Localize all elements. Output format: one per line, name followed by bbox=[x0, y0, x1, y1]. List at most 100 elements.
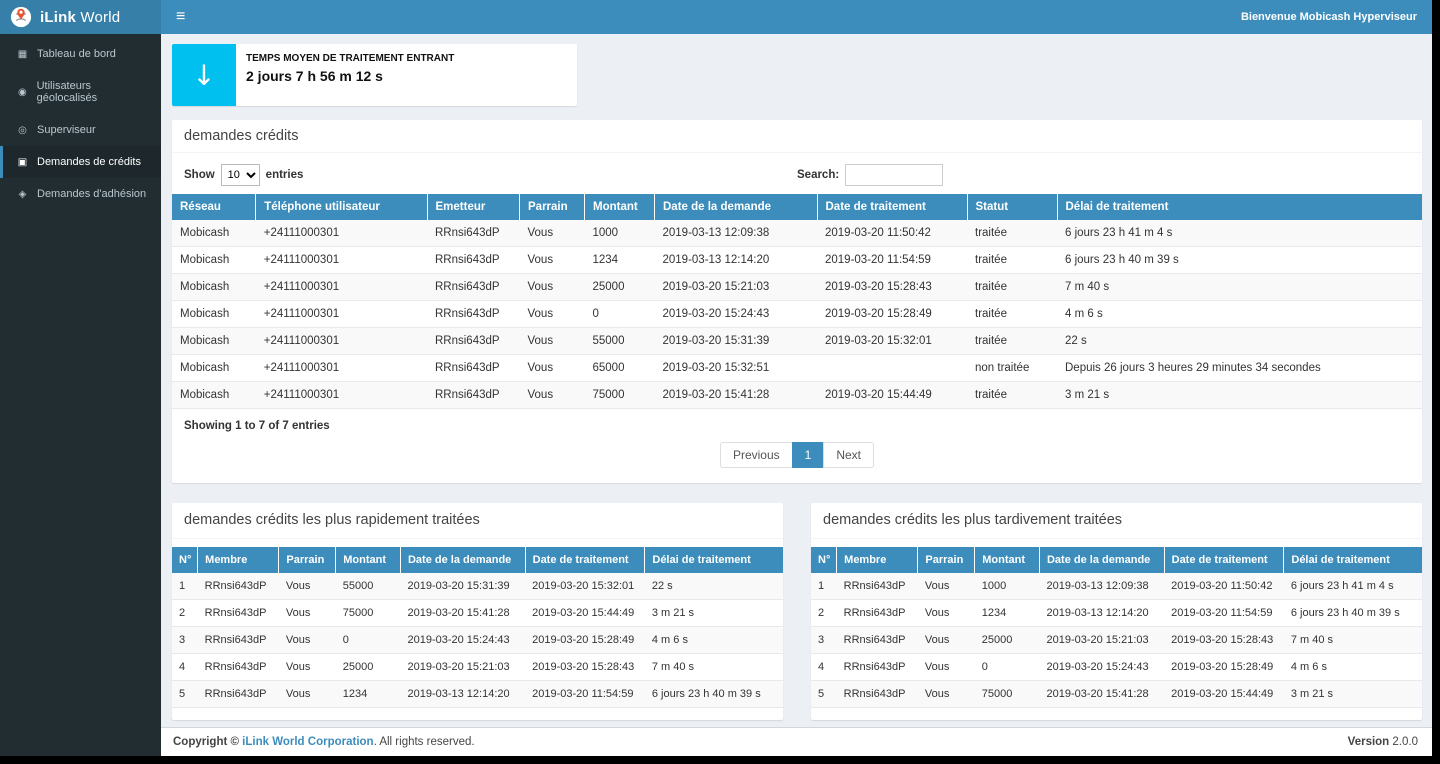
table-cell: 1000 bbox=[585, 220, 655, 247]
sidebar-item-membership-requests[interactable]: ◈ Demandes d'adhésion bbox=[0, 178, 161, 210]
table-cell: 2019-03-13 12:14:20 bbox=[400, 681, 525, 708]
sidebar-toggle-icon[interactable]: ≡ bbox=[161, 0, 200, 34]
table-cell: 2019-03-20 11:54:59 bbox=[1164, 600, 1284, 627]
page-length-select[interactable]: 10 bbox=[221, 164, 260, 186]
table-cell: Mobicash bbox=[172, 247, 256, 274]
column-header: N° bbox=[811, 547, 837, 573]
panel-title: demandes crédits les plus tardivement tr… bbox=[811, 503, 1422, 539]
brand[interactable]: iLink World bbox=[0, 0, 161, 34]
table-cell: RRnsi643dP bbox=[198, 654, 279, 681]
down-arrow-icon: ↓ bbox=[172, 44, 236, 106]
supervisor-icon: ◎ bbox=[16, 125, 29, 136]
table-cell: 2019-03-20 11:54:59 bbox=[525, 681, 645, 708]
table-row: 3RRnsi643dPVous02019-03-20 15:24:432019-… bbox=[172, 627, 783, 654]
table-cell: 2019-03-20 15:21:03 bbox=[400, 654, 525, 681]
table-cell: RRnsi643dP bbox=[198, 681, 279, 708]
table-cell: 2019-03-20 15:28:43 bbox=[525, 654, 645, 681]
table-cell: RRnsi643dP bbox=[427, 301, 520, 328]
column-header[interactable]: Parrain bbox=[520, 194, 585, 220]
table-cell: 2019-03-13 12:09:38 bbox=[655, 220, 818, 247]
table-cell: 22 s bbox=[1057, 328, 1422, 355]
table-cell: 2019-03-20 15:28:49 bbox=[817, 301, 967, 328]
sidebar: ▦ Tableau de bord ◉ Utilisateurs géoloca… bbox=[0, 34, 161, 756]
column-header: Date de la demande bbox=[400, 547, 525, 573]
table-cell: traitée bbox=[967, 247, 1057, 274]
table-cell: Depuis 26 jours 3 heures 29 minutes 34 s… bbox=[1057, 355, 1422, 382]
table-cell: 1 bbox=[811, 573, 837, 600]
table-row: Mobicash+24111000301RRnsi643dPVous02019-… bbox=[172, 301, 1422, 328]
table-row: 2RRnsi643dPVous750002019-03-20 15:41:282… bbox=[172, 600, 783, 627]
column-header: Montant bbox=[336, 547, 401, 573]
pagination-next-button[interactable]: Next bbox=[823, 442, 874, 468]
table-cell: Mobicash bbox=[172, 274, 256, 301]
column-header: Délai de traitement bbox=[645, 547, 783, 573]
table-cell: RRnsi643dP bbox=[198, 627, 279, 654]
column-header: Parrain bbox=[918, 547, 975, 573]
table-cell: RRnsi643dP bbox=[427, 355, 520, 382]
company-link[interactable]: iLink World Corporation bbox=[242, 736, 373, 748]
column-header[interactable]: Délai de traitement bbox=[1057, 194, 1422, 220]
avg-processing-time-infobox: ↓ TEMPS MOYEN DE TRAITEMENT ENTRANT 2 jo… bbox=[172, 44, 577, 106]
sidebar-item-dashboard[interactable]: ▦ Tableau de bord bbox=[0, 38, 161, 70]
column-header[interactable]: Emetteur bbox=[427, 194, 520, 220]
search-input[interactable] bbox=[845, 164, 943, 186]
column-header[interactable]: Statut bbox=[967, 194, 1057, 220]
table-cell: 75000 bbox=[585, 382, 655, 409]
table-cell: Vous bbox=[918, 654, 975, 681]
column-header: Montant bbox=[975, 547, 1040, 573]
sidebar-item-geolocated-users[interactable]: ◉ Utilisateurs géolocalisés bbox=[0, 70, 161, 114]
column-header[interactable]: Réseau bbox=[172, 194, 256, 220]
column-header[interactable]: Téléphone utilisateur bbox=[256, 194, 427, 220]
table-row: 1RRnsi643dPVous10002019-03-13 12:09:3820… bbox=[811, 573, 1422, 600]
slowest-processed-panel: demandes crédits les plus tardivement tr… bbox=[811, 503, 1422, 720]
table-cell: traitée bbox=[967, 220, 1057, 247]
table-cell: traitée bbox=[967, 274, 1057, 301]
column-header[interactable]: Date de traitement bbox=[817, 194, 967, 220]
table-row: Mobicash+24111000301RRnsi643dPVous650002… bbox=[172, 355, 1422, 382]
column-header[interactable]: Date de la demande bbox=[655, 194, 818, 220]
table-cell: RRnsi643dP bbox=[837, 654, 918, 681]
sidebar-item-supervisor[interactable]: ◎ Superviseur bbox=[0, 114, 161, 146]
column-header[interactable]: Montant bbox=[585, 194, 655, 220]
pagination-previous-button[interactable]: Previous bbox=[720, 442, 793, 468]
table-cell: Vous bbox=[918, 573, 975, 600]
table-cell: 75000 bbox=[975, 681, 1040, 708]
table-cell: 2019-03-20 15:31:39 bbox=[400, 573, 525, 600]
table-cell: RRnsi643dP bbox=[837, 600, 918, 627]
sidebar-item-label: Demandes de crédits bbox=[37, 156, 141, 168]
table-cell: 22 s bbox=[645, 573, 783, 600]
table-cell: Vous bbox=[918, 600, 975, 627]
table-cell: 65000 bbox=[585, 355, 655, 382]
sidebar-item-credit-requests[interactable]: ▣ Demandes de crédits bbox=[0, 146, 161, 178]
sidebar-item-label: Utilisateurs géolocalisés bbox=[37, 80, 151, 104]
welcome-text: Bienvenue Mobicash Hyperviseur bbox=[1241, 11, 1432, 23]
table-cell: 6 jours 23 h 41 m 4 s bbox=[1284, 573, 1422, 600]
table-cell: 2019-03-20 15:41:28 bbox=[655, 382, 818, 409]
pagination-page-1-button[interactable]: 1 bbox=[792, 442, 825, 468]
table-row: Mobicash+24111000301RRnsi643dPVous750002… bbox=[172, 382, 1422, 409]
table-cell: Mobicash bbox=[172, 355, 256, 382]
table-row: Mobicash+24111000301RRnsi643dPVous100020… bbox=[172, 220, 1422, 247]
table-cell: +24111000301 bbox=[256, 301, 427, 328]
table-cell: non traitée bbox=[967, 355, 1057, 382]
table-row: 5RRnsi643dPVous750002019-03-20 15:41:282… bbox=[811, 681, 1422, 708]
top-navbar: iLink World ≡ Bienvenue Mobicash Hypervi… bbox=[0, 0, 1432, 34]
table-cell: 3 m 21 s bbox=[1057, 382, 1422, 409]
table-row: Mobicash+24111000301RRnsi643dPVous250002… bbox=[172, 274, 1422, 301]
table-cell: 6 jours 23 h 40 m 39 s bbox=[645, 681, 783, 708]
table-cell: 1000 bbox=[975, 573, 1040, 600]
table-cell: 0 bbox=[975, 654, 1040, 681]
table-cell: Mobicash bbox=[172, 301, 256, 328]
table-cell: 6 jours 23 h 40 m 39 s bbox=[1284, 600, 1422, 627]
show-label: Show bbox=[184, 169, 215, 181]
sidebar-item-label: Tableau de bord bbox=[37, 48, 116, 60]
table-cell: Mobicash bbox=[172, 220, 256, 247]
table-cell: RRnsi643dP bbox=[427, 274, 520, 301]
fastest-processed-table: N°MembreParrainMontantDate de la demande… bbox=[172, 547, 783, 708]
table-cell: +24111000301 bbox=[256, 247, 427, 274]
table-cell: 4 m 6 s bbox=[645, 627, 783, 654]
table-cell: RRnsi643dP bbox=[837, 627, 918, 654]
main-content: ↓ TEMPS MOYEN DE TRAITEMENT ENTRANT 2 jo… bbox=[161, 34, 1432, 727]
table-cell: RRnsi643dP bbox=[198, 573, 279, 600]
table-cell: Vous bbox=[520, 220, 585, 247]
